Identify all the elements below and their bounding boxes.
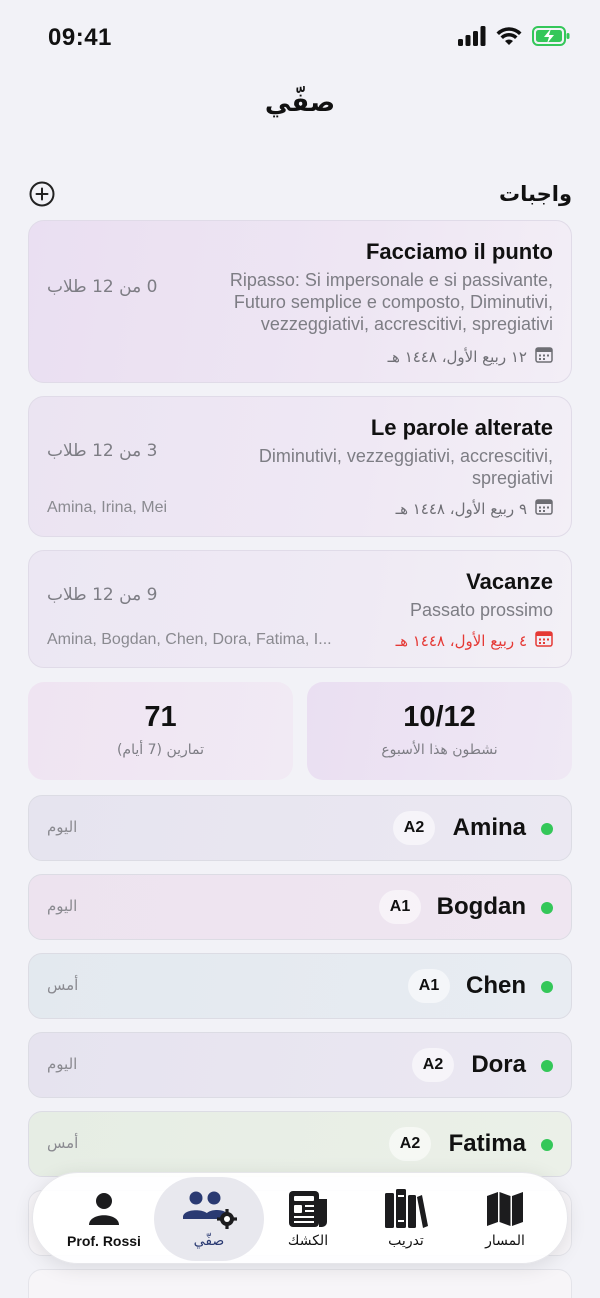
assignment-title: Le parole alterate [370, 415, 553, 440]
calendar-icon [535, 347, 553, 367]
student-level-badge: A1 [408, 969, 450, 1003]
assignment-date-text: ٩ ربيع الأول، ١٤٤٨ هـ [395, 500, 527, 518]
student-row[interactable]: Fatima A2 أمس [28, 1111, 572, 1177]
assignment-topics: Passato prossimo [409, 600, 553, 620]
map-icon [485, 1189, 525, 1229]
assignment-card[interactable]: Le parole alterate Diminutivi, vezzeggia… [28, 396, 572, 537]
assignment-date-text: ٤ ربيع الأول، ١٤٤٨ هـ [395, 632, 527, 650]
calendar-overdue-icon [535, 631, 553, 651]
tab-path-label: المسار [485, 1233, 525, 1249]
assignment-title: Vacanze [466, 569, 553, 594]
student-name: Amina [452, 814, 526, 841]
add-assignment-button[interactable] [28, 180, 56, 208]
tab-practice-label: تدريب [388, 1233, 424, 1249]
assignment-completion-count: 0 من 12 طلاب [47, 277, 158, 297]
status-time: 09:41 [48, 24, 112, 51]
status-bar: 09:41 [0, 0, 600, 76]
class-settings-icon [179, 1189, 239, 1229]
student-row[interactable]: Amina A2 اليوم [28, 795, 572, 861]
assignment-completed-students: Amina, Irina, Mei [47, 499, 168, 516]
exercises-stat: 71 تمارين (7 أيام) [28, 682, 293, 780]
tab-practice[interactable]: تدريب [351, 1177, 461, 1261]
online-status-dot [541, 981, 553, 993]
page-title: صفّي [264, 88, 336, 118]
student-row[interactable]: Dora A2 اليوم [28, 1032, 572, 1098]
student-name: Fatima [448, 1130, 526, 1157]
tab-path[interactable]: المسار [450, 1177, 560, 1261]
student-level-badge: A2 [389, 1127, 431, 1161]
assignment-topics: Ripasso: Si impersonale e si passivante,… [229, 270, 553, 334]
wifi-icon [496, 26, 522, 50]
online-status-dot [541, 1139, 553, 1151]
student-name: Bogdan [436, 893, 526, 920]
online-status-dot [541, 1060, 553, 1072]
tab-kiosk[interactable]: الكشك [253, 1177, 363, 1261]
student-level-badge: A2 [393, 811, 435, 845]
assignment-completed-students: Amina, Bogdan, Chen, Dora, Fatima, I... [47, 631, 332, 648]
assignment-topics: Diminutivi, vezzeggiativi, accrescitivi,… [258, 446, 553, 488]
assignment-title: Facciamo il punto [365, 239, 553, 264]
calendar-icon [535, 499, 553, 519]
student-level-badge: A1 [379, 890, 421, 924]
battery-charging-icon [532, 26, 570, 50]
tab-class-label: صفّي [193, 1233, 225, 1249]
student-last-active: اليوم [47, 897, 78, 915]
student-row[interactable]: Bogdan A1 اليوم [28, 874, 572, 940]
student-level-badge: A2 [412, 1048, 454, 1082]
assignment-completion-count: 3 من 12 طلاب [47, 441, 158, 461]
student-row[interactable]: Chen A1 أمس [28, 953, 572, 1019]
active-students-label: نشطون هذا الأسبوع [381, 742, 498, 758]
student-last-active: اليوم [47, 818, 78, 836]
student-row-hidden [28, 1269, 572, 1298]
active-students-value: 10/12 [403, 701, 476, 733]
person-icon [87, 1189, 121, 1229]
assignment-due-date: ٤ ربيع الأول، ١٤٤٨ هـ [396, 631, 553, 651]
exercises-value: 71 [144, 701, 177, 733]
assignment-card[interactable]: Facciamo il punto Ripasso: Si impersonal… [28, 220, 572, 383]
books-icon [384, 1189, 428, 1229]
tab-kiosk-label: الكشك [287, 1233, 329, 1249]
tab-bar: المسار تدريب الكشك صفّي Prof. Rossi [32, 1172, 568, 1264]
cellular-signal-icon [458, 26, 486, 50]
tab-profile[interactable]: Prof. Rossi [49, 1177, 159, 1261]
newspaper-icon [287, 1189, 329, 1229]
student-last-active: اليوم [47, 1055, 78, 1073]
plus-circle-icon [29, 181, 55, 207]
assignment-completion-count: 9 من 12 طلاب [47, 585, 158, 605]
online-status-dot [541, 902, 553, 914]
active-students-stat: 10/12 نشطون هذا الأسبوع [307, 682, 572, 780]
student-name: Chen [466, 972, 526, 999]
assignment-date-text: ١٢ ربيع الأول، ١٤٤٨ هـ [387, 348, 527, 366]
exercises-label: تمارين (7 أيام) [116, 742, 205, 758]
assignment-card[interactable]: Vacanze Passato prossimo ٤ ربيع الأول، ١… [28, 550, 572, 668]
student-last-active: أمس [47, 1134, 79, 1152]
assignments-title: واجبات [499, 182, 572, 206]
assignment-due-date: ١٢ ربيع الأول، ١٤٤٨ هـ [388, 347, 553, 367]
assignment-due-date: ٩ ربيع الأول، ١٤٤٨ هـ [396, 499, 553, 519]
tab-class[interactable]: صفّي [154, 1177, 264, 1261]
student-last-active: أمس [47, 976, 79, 994]
assignments-header: واجبات [28, 178, 572, 210]
status-icons [458, 26, 570, 50]
online-status-dot [541, 823, 553, 835]
student-name: Dora [471, 1051, 526, 1078]
tab-profile-label: Prof. Rossi [67, 1233, 141, 1249]
